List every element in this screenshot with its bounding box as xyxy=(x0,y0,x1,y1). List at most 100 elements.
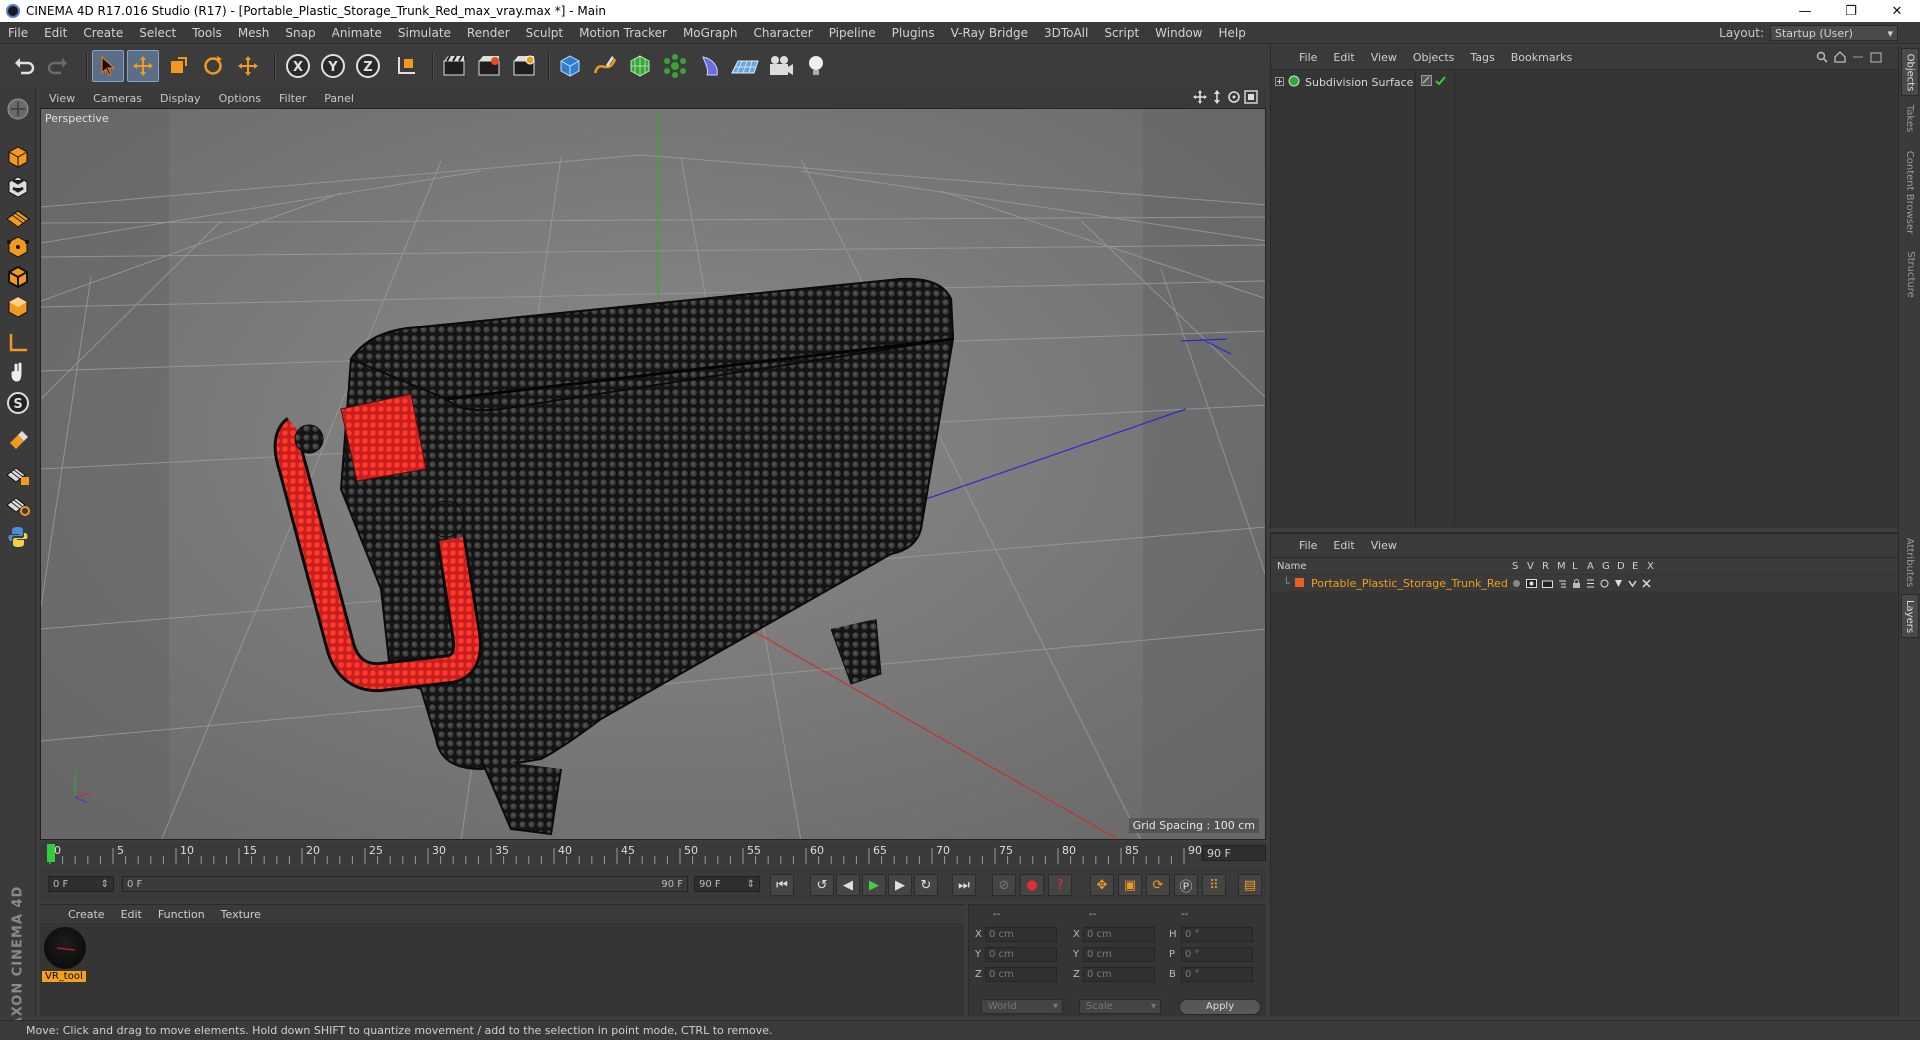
menu-mesh[interactable]: Mesh xyxy=(230,26,278,40)
position-x-field[interactable]: 0 cm xyxy=(985,927,1057,942)
key-rotation-icon[interactable]: ⟳ xyxy=(1146,874,1170,896)
deformers-toggle-icon[interactable] xyxy=(1614,578,1623,591)
model-mode-icon[interactable] xyxy=(3,142,33,172)
coordinate-system-icon[interactable] xyxy=(390,50,422,82)
play-icon[interactable]: ▶ xyxy=(862,874,886,896)
viewport-menu-filter[interactable]: Filter xyxy=(270,92,315,105)
menu-render[interactable]: Render xyxy=(459,26,518,40)
pan-view-icon[interactable] xyxy=(1193,90,1207,107)
make-editable-icon[interactable] xyxy=(3,94,33,124)
render-toggle-icon[interactable] xyxy=(1542,578,1553,591)
objects-menu-tags[interactable]: Tags xyxy=(1462,51,1502,64)
next-frame-icon[interactable]: ▶ xyxy=(888,874,912,896)
pen-spline-icon[interactable] xyxy=(589,50,621,82)
rotate-icon[interactable] xyxy=(197,50,229,82)
position-y-field[interactable]: 0 cm xyxy=(985,947,1057,962)
object-name[interactable]: Subdivision Surface xyxy=(1305,76,1413,89)
menu-3dtoall[interactable]: 3DToAll xyxy=(1036,26,1096,40)
edges-mode-icon[interactable] xyxy=(3,262,33,292)
objects-menu-objects[interactable]: Objects xyxy=(1405,51,1463,64)
magnet-icon[interactable] xyxy=(3,426,33,456)
menu-edit[interactable]: Edit xyxy=(36,26,75,40)
python-icon[interactable] xyxy=(3,522,33,552)
edit-render-settings-icon[interactable] xyxy=(508,50,540,82)
x-axis-icon[interactable]: X xyxy=(282,50,314,82)
edit-visibility-icon[interactable] xyxy=(1421,75,1432,89)
layers-menu-edit[interactable]: Edit xyxy=(1325,539,1362,552)
menu-sculpt[interactable]: Sculpt xyxy=(518,26,571,40)
tab-objects[interactable]: Objects xyxy=(1901,48,1919,96)
floor-icon[interactable] xyxy=(729,50,761,82)
material-name-label[interactable]: VR_tool xyxy=(42,971,86,982)
light-icon[interactable] xyxy=(800,50,832,82)
key-parameter-icon[interactable]: Ⓟ xyxy=(1174,874,1198,896)
current-frame-field[interactable]: 90 F xyxy=(1202,845,1266,861)
key-scale-icon[interactable]: ▣ xyxy=(1118,874,1142,896)
recent-tool-icon[interactable] xyxy=(232,50,264,82)
tab-content-browser[interactable]: Content Browser xyxy=(1901,142,1919,242)
solo-toggle-icon[interactable] xyxy=(1512,578,1521,591)
previous-keyframe-icon[interactable]: ↺ xyxy=(810,874,834,896)
new-window-icon[interactable] xyxy=(1870,51,1882,66)
material-swatch[interactable] xyxy=(44,927,86,969)
snap-icon[interactable]: S xyxy=(3,388,33,418)
menu-help[interactable]: Help xyxy=(1210,26,1253,40)
close-button[interactable]: ✕ xyxy=(1874,0,1920,22)
animation-toggle-icon[interactable] xyxy=(1586,578,1595,591)
next-keyframe-icon[interactable]: ↻ xyxy=(914,874,938,896)
lock-toggle-icon[interactable] xyxy=(1572,578,1581,591)
lock-workplane-icon[interactable] xyxy=(3,460,33,490)
z-axis-icon[interactable]: Z xyxy=(352,50,384,82)
menu-window[interactable]: Window xyxy=(1147,26,1210,40)
material-menu-edit[interactable]: Edit xyxy=(113,908,150,921)
viewport-menu-view[interactable]: View xyxy=(40,92,84,105)
home-icon[interactable] xyxy=(1834,51,1846,66)
menu-simulate[interactable]: Simulate xyxy=(390,26,459,40)
select-arrow-icon[interactable] xyxy=(92,50,124,82)
layer-color-swatch[interactable] xyxy=(1295,578,1304,587)
layers-menu-file[interactable]: File xyxy=(1291,539,1325,552)
rotation-b-field[interactable]: 0 ° xyxy=(1181,967,1253,982)
tweak-mode-icon[interactable] xyxy=(3,358,33,388)
tab-structure[interactable]: Structure xyxy=(1901,244,1919,304)
objects-menu-edit[interactable]: Edit xyxy=(1325,51,1362,64)
frame-range-slider[interactable]: 0 F 90 F xyxy=(122,876,688,892)
size-z-field[interactable]: 0 cm xyxy=(1083,967,1155,982)
viewport-menu-options[interactable]: Options xyxy=(210,92,270,105)
coordinate-mode-dropdown[interactable]: World ▾ xyxy=(981,999,1063,1014)
link-icon[interactable] xyxy=(1852,51,1864,66)
expressions-toggle-icon[interactable] xyxy=(1628,578,1637,591)
layers-menu-view[interactable]: View xyxy=(1363,539,1405,552)
scale-icon[interactable] xyxy=(162,50,194,82)
minimize-button[interactable]: — xyxy=(1782,0,1828,22)
material-menu-texture[interactable]: Texture xyxy=(213,908,269,921)
generators-toggle-icon[interactable] xyxy=(1600,578,1609,591)
layer-row[interactable]: └ Portable_Plastic_Storage_Trunk_Red xyxy=(1271,575,1899,591)
camera-icon[interactable] xyxy=(765,50,797,82)
size-y-field[interactable]: 0 cm xyxy=(1083,947,1155,962)
tab-layers[interactable]: Layers xyxy=(1901,594,1919,638)
menu-file[interactable]: File xyxy=(0,26,36,40)
search-icon[interactable] xyxy=(1816,51,1828,66)
view-toggle-icon[interactable] xyxy=(1526,578,1537,591)
position-z-field[interactable]: 0 cm xyxy=(985,967,1057,982)
subdivision-icon[interactable] xyxy=(624,50,656,82)
rotation-p-field[interactable]: 0 ° xyxy=(1181,947,1253,962)
menu-mograph[interactable]: MoGraph xyxy=(675,26,746,40)
size-mode-dropdown[interactable]: Scale ▾ xyxy=(1079,999,1161,1014)
menu-vray-bridge[interactable]: V-Ray Bridge xyxy=(943,26,1036,40)
array-icon[interactable] xyxy=(659,50,691,82)
menu-create[interactable]: Create xyxy=(75,26,131,40)
enabled-check-icon[interactable] xyxy=(1435,75,1446,89)
move-icon[interactable] xyxy=(127,50,159,82)
polygons-mode-icon[interactable] xyxy=(3,292,33,322)
xref-toggle-icon[interactable] xyxy=(1642,578,1651,591)
previous-frame-icon[interactable]: ◀ xyxy=(836,874,860,896)
go-to-end-icon[interactable]: ⏭ xyxy=(952,874,976,896)
menu-plugins[interactable]: Plugins xyxy=(884,26,943,40)
key-position-icon[interactable]: ✥ xyxy=(1090,874,1114,896)
viewport-menu-panel[interactable]: Panel xyxy=(315,92,363,105)
record-keys-icon[interactable]: ● xyxy=(1020,874,1044,896)
texture-mode-icon[interactable] xyxy=(3,172,33,202)
workplane-mode-icon[interactable] xyxy=(3,202,33,232)
